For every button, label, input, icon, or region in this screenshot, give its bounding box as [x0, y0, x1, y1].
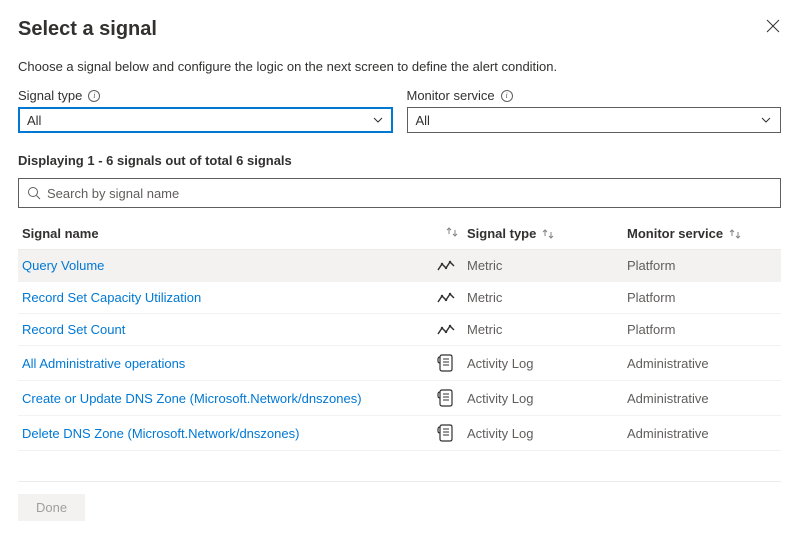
signal-type-label: Signal type i	[18, 88, 393, 103]
chevron-down-icon	[760, 114, 772, 126]
signal-name-link[interactable]: All Administrative operations	[22, 356, 437, 371]
close-button[interactable]	[765, 18, 781, 34]
signal-type-cell: Metric	[467, 290, 627, 305]
activity-log-icon	[437, 389, 467, 407]
signal-type-cell: Activity Log	[467, 426, 627, 441]
monitor-service-label: Monitor service i	[407, 88, 782, 103]
page-title: Select a signal	[18, 18, 157, 41]
table-row[interactable]: Delete DNS Zone (Microsoft.Network/dnszo…	[18, 416, 781, 451]
info-icon[interactable]: i	[88, 90, 100, 102]
monitor-service-cell: Platform	[627, 258, 777, 273]
signal-name-link[interactable]: Record Set Count	[22, 322, 437, 337]
chevron-down-icon	[372, 114, 384, 126]
signal-name-link[interactable]: Query Volume	[22, 258, 437, 273]
sort-icon[interactable]	[729, 228, 741, 240]
column-signal-type[interactable]: Signal type	[467, 226, 627, 241]
search-input[interactable]	[47, 186, 772, 201]
table-row[interactable]: All Administrative operations Activity Lo…	[18, 346, 781, 381]
signal-type-value: All	[27, 113, 41, 128]
sort-icon[interactable]	[446, 226, 458, 238]
activity-log-icon	[437, 354, 467, 372]
signal-type-cell: Activity Log	[467, 356, 627, 371]
metric-icon	[437, 323, 467, 337]
signal-type-cell: Metric	[467, 258, 627, 273]
table-row[interactable]: Record Set Capacity Utilization MetricPla…	[18, 282, 781, 314]
metric-icon	[437, 259, 467, 273]
signal-type-cell: Metric	[467, 322, 627, 337]
signal-name-link[interactable]: Create or Update DNS Zone (Microsoft.Net…	[22, 391, 437, 406]
search-icon	[27, 186, 41, 200]
monitor-service-select[interactable]: All	[407, 107, 782, 133]
monitor-service-value: All	[416, 113, 430, 128]
description-text: Choose a signal below and configure the …	[18, 59, 781, 74]
activity-log-icon	[437, 424, 467, 442]
monitor-service-cell: Administrative	[627, 426, 777, 441]
metric-icon	[437, 291, 467, 305]
table-body: Query VolumeMetricPlatformRecord Set Cap…	[18, 250, 781, 451]
signal-name-link[interactable]: Record Set Capacity Utilization	[22, 290, 437, 305]
monitor-service-cell: Administrative	[627, 356, 777, 371]
sort-icon[interactable]	[542, 228, 554, 240]
table-header: Signal name Signal type Monitor service	[18, 218, 781, 250]
table-row[interactable]: Query Volume MetricPlatform	[18, 250, 781, 282]
search-box[interactable]	[18, 178, 781, 208]
table-row[interactable]: Create or Update DNS Zone (Microsoft.Net…	[18, 381, 781, 416]
close-icon	[766, 19, 780, 33]
signal-type-select[interactable]: All	[18, 107, 393, 133]
signal-name-link[interactable]: Delete DNS Zone (Microsoft.Network/dnszo…	[22, 426, 437, 441]
monitor-service-cell: Administrative	[627, 391, 777, 406]
signal-type-cell: Activity Log	[467, 391, 627, 406]
done-button[interactable]: Done	[18, 494, 85, 521]
info-icon[interactable]: i	[501, 90, 513, 102]
monitor-service-cell: Platform	[627, 322, 777, 337]
results-count: Displaying 1 - 6 signals out of total 6 …	[18, 153, 781, 168]
column-monitor-service[interactable]: Monitor service	[627, 226, 777, 241]
table-row[interactable]: Record Set Count MetricPlatform	[18, 314, 781, 346]
monitor-service-cell: Platform	[627, 290, 777, 305]
column-signal-name[interactable]: Signal name	[22, 226, 437, 241]
